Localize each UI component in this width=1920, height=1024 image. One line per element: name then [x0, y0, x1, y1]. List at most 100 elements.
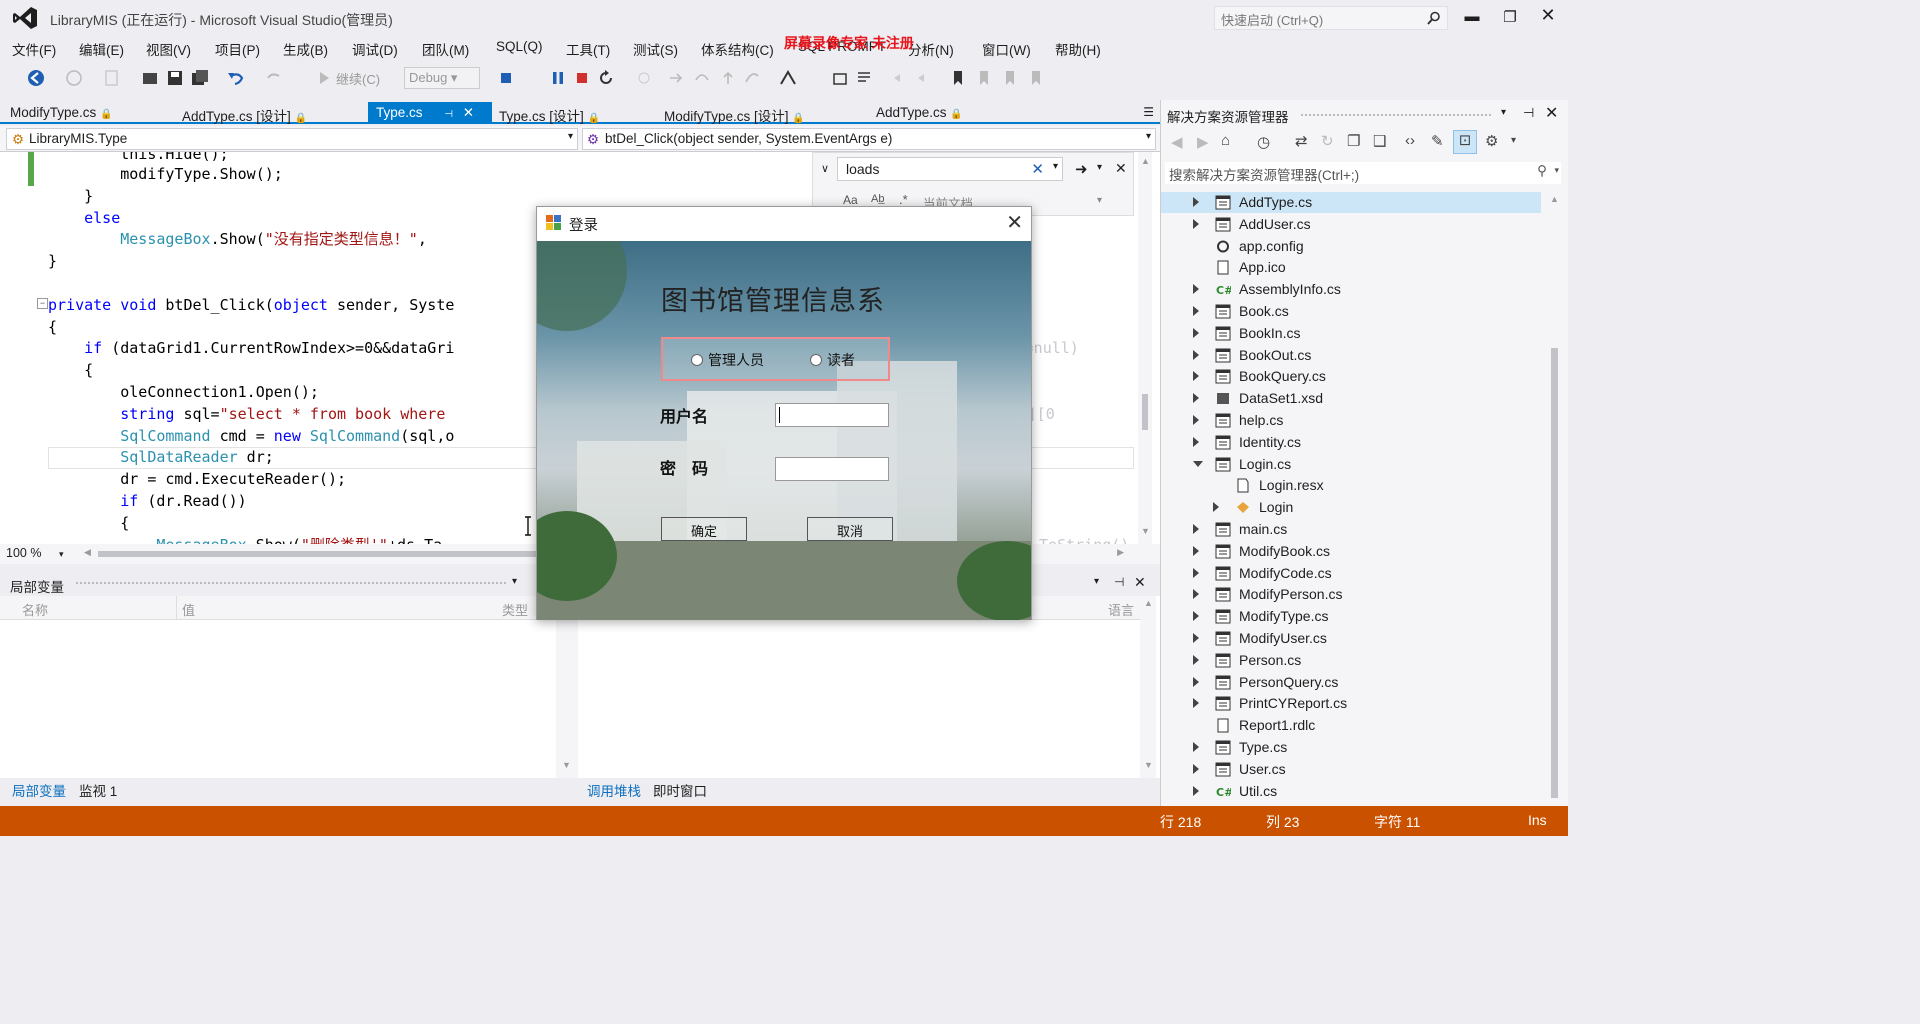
pin-icon[interactable]: ⊣	[444, 109, 453, 120]
expand-arrow-icon[interactable]	[1193, 524, 1199, 534]
solution-search-input[interactable]: 搜索解决方案资源管理器(Ctrl+;) ⚲ ▾	[1165, 162, 1561, 184]
pause-icon[interactable]	[548, 68, 568, 88]
callstack-close-icon[interactable]: ✕	[1134, 574, 1146, 591]
expanded-arrow-icon[interactable]	[1193, 460, 1203, 467]
comment-icon[interactable]	[854, 68, 874, 88]
menu-file[interactable]: 文件(F)	[12, 39, 56, 59]
ok-button[interactable]: 确定	[661, 517, 747, 541]
save-all-icon[interactable]	[190, 68, 210, 88]
radio-admin[interactable]	[691, 354, 703, 366]
expand-arrow-icon[interactable]	[1193, 785, 1199, 796]
match-word-icon[interactable]: Ab̲	[871, 193, 884, 205]
clear-find-icon[interactable]: ✕	[1031, 160, 1044, 178]
tree-item[interactable]: AddUser.cs	[1161, 214, 1541, 235]
editor-vertical-scrollbar[interactable]: ▲ ▼	[1138, 152, 1152, 544]
collapse-all-icon[interactable]: ❐	[1347, 132, 1360, 150]
tree-item[interactable]: ModifyBook.cs	[1161, 541, 1541, 562]
expand-arrow-icon[interactable]	[1193, 197, 1199, 207]
tree-item[interactable]: main.cs	[1161, 519, 1541, 540]
step-into-icon[interactable]	[666, 68, 686, 88]
undo-icon[interactable]	[226, 68, 246, 88]
expand-arrow-icon[interactable]	[1193, 436, 1199, 447]
forward-icon[interactable]: ▶	[1197, 133, 1209, 151]
expand-arrow-icon[interactable]	[1193, 654, 1199, 665]
locals-options-icon[interactable]: ▾	[512, 576, 517, 587]
find-options-icon[interactable]: ▾	[1097, 162, 1102, 173]
tree-item[interactable]: Login.cs	[1161, 454, 1541, 475]
expand-arrow-icon[interactable]	[1193, 567, 1199, 578]
tree-item[interactable]: ModifyUser.cs	[1161, 628, 1541, 649]
tab-modifytype-design[interactable]: ModifyType.cs [设计] 🔒	[656, 102, 813, 124]
tree-item[interactable]: App.ico	[1161, 257, 1541, 278]
attach-process-icon[interactable]	[498, 68, 518, 88]
tab-immediate-window[interactable]: 即时窗口	[653, 780, 707, 800]
save-icon[interactable]	[165, 68, 185, 88]
tab-addtype-design[interactable]: AddType.cs [设计] 🔒	[174, 102, 315, 124]
home-icon[interactable]: ⌂	[1221, 132, 1230, 149]
tab-list-dropdown-icon[interactable]: ☰	[1143, 105, 1154, 119]
properties-icon[interactable]: ✎	[1431, 132, 1444, 150]
tab-watch-1[interactable]: 监视 1	[79, 780, 117, 800]
find-input[interactable]: loads ✕ ▾	[837, 157, 1063, 181]
expand-arrow-icon[interactable]	[1193, 589, 1199, 600]
menu-view[interactable]: 视图(V)	[146, 39, 191, 59]
minimize-icon[interactable]: ▬	[1462, 8, 1482, 26]
expand-arrow-icon[interactable]	[1193, 611, 1199, 622]
tree-item[interactable]: Login	[1161, 497, 1541, 518]
expand-arrow-icon[interactable]	[1193, 415, 1199, 425]
menu-architecture[interactable]: 体系结构(C)	[701, 39, 774, 59]
prev-bookmark-icon[interactable]	[974, 68, 994, 88]
tree-item[interactable]: ModifyPerson.cs	[1161, 584, 1541, 605]
tree-item[interactable]: BookQuery.cs	[1161, 366, 1541, 387]
open-icon[interactable]	[140, 68, 160, 88]
tree-item[interactable]: C# Util.cs	[1161, 781, 1541, 802]
view-code-icon[interactable]: ‹›	[1405, 132, 1415, 149]
menu-project[interactable]: 项目(P)	[215, 39, 260, 59]
uncomment-icon[interactable]	[890, 68, 910, 88]
indent-icon[interactable]	[914, 68, 934, 88]
expand-arrow-icon[interactable]	[1193, 633, 1199, 643]
username-input[interactable]	[775, 403, 889, 427]
outline-collapse-icon[interactable]: −	[37, 298, 48, 309]
find-next-icon[interactable]: ➜	[1075, 160, 1088, 178]
forward-icon[interactable]	[64, 68, 84, 88]
tab-close-icon[interactable]: ✕	[463, 105, 474, 120]
restart-icon[interactable]	[596, 68, 616, 88]
expand-arrow-icon[interactable]	[1193, 763, 1199, 774]
continue-label[interactable]: 继续(C)	[336, 69, 380, 88]
tab-call-stack[interactable]: 调用堆栈	[587, 780, 641, 800]
config-dropdown[interactable]: Debug ▾	[404, 67, 480, 89]
tab-locals[interactable]: 局部变量	[12, 780, 66, 800]
new-project-icon[interactable]	[102, 68, 122, 88]
tree-item[interactable]: Person.cs	[1161, 650, 1541, 671]
solution-options-icon[interactable]: ▾	[1501, 107, 1506, 118]
tree-item[interactable]: help.cs	[1161, 410, 1541, 431]
tree-item[interactable]: PersonQuery.cs	[1161, 672, 1541, 693]
radio-reader[interactable]	[810, 354, 822, 366]
back-icon[interactable]	[26, 68, 46, 88]
callstack-pin-icon[interactable]: ⊣	[1114, 575, 1124, 589]
preview-icon[interactable]: ⊡	[1453, 130, 1477, 154]
tree-item[interactable]: PrintCYReport.cs	[1161, 693, 1541, 714]
tree-item[interactable]: app.config	[1161, 236, 1541, 257]
tree-item[interactable]: Identity.cs	[1161, 432, 1541, 453]
match-case-icon[interactable]: Aa	[843, 193, 858, 207]
close-find-icon[interactable]: ✕	[1115, 160, 1127, 177]
tree-item[interactable]: Login.resx	[1161, 475, 1541, 496]
quick-launch-input[interactable]: 快速启动 (Ctrl+Q)	[1214, 6, 1448, 30]
tree-item[interactable]: ModifyCode.cs	[1161, 563, 1541, 584]
callstack-scrollbar[interactable]: ▲ ▼	[1140, 596, 1156, 778]
class-view-icon[interactable]: ⚙	[1485, 132, 1498, 150]
tab-type-design[interactable]: Type.cs [设计] 🔒	[491, 102, 608, 124]
stop-icon[interactable]	[572, 68, 592, 88]
login-close-icon[interactable]: ✕	[1006, 210, 1023, 235]
tree-item[interactable]: User.cs	[1161, 759, 1541, 780]
clear-bookmarks-icon[interactable]	[1026, 68, 1046, 88]
tree-item[interactable]: AddType.cs	[1161, 192, 1541, 213]
zoom-dropdown[interactable]: 100 % ▾	[6, 546, 72, 562]
tree-item[interactable]: DataSet1.xsd	[1161, 388, 1541, 409]
close-icon[interactable]: ✕	[1538, 5, 1558, 25]
breakpoints-icon[interactable]	[778, 68, 798, 88]
expand-arrow-icon[interactable]	[1193, 545, 1199, 556]
solution-pin-icon[interactable]: ⊣	[1523, 105, 1534, 121]
